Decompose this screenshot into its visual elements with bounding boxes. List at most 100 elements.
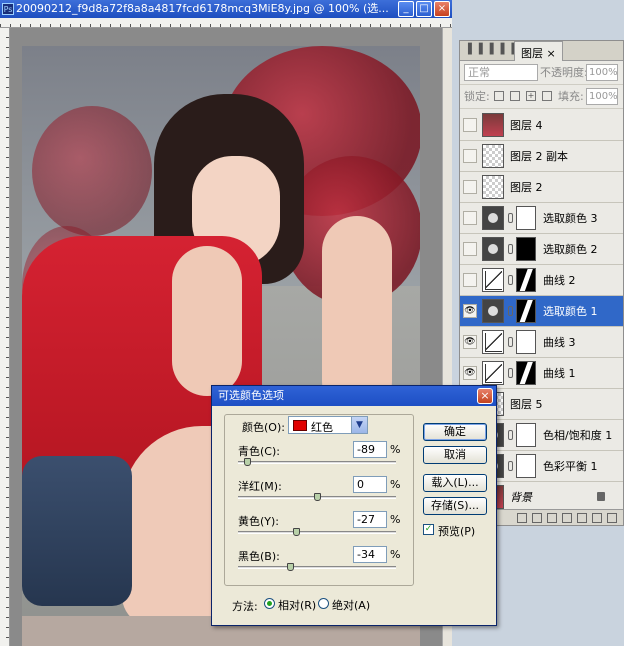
visibility-toggle[interactable] (463, 273, 477, 287)
layer-thumbnail (482, 175, 504, 199)
slider-value-input[interactable]: -34 (353, 546, 387, 563)
slider-track[interactable] (238, 566, 396, 569)
layer-thumbnail (482, 237, 504, 261)
link-chain-icon[interactable] (508, 244, 513, 254)
layer-mask-thumbnail[interactable] (516, 361, 536, 385)
lock-pixels-icon[interactable] (510, 91, 520, 101)
new-group-icon[interactable] (577, 512, 587, 523)
window-controls: _ □ × (398, 1, 450, 17)
visibility-toggle[interactable] (463, 211, 477, 225)
photoshop-icon: Ps (2, 3, 14, 15)
preview-label: 预览(P) (438, 525, 476, 538)
red-color-swatch (293, 420, 307, 431)
link-layers-icon[interactable] (517, 512, 527, 523)
layer-row[interactable]: 曲线 2 (460, 265, 623, 296)
layer-thumbnail (482, 330, 504, 354)
document-title: 20090212_f9d8a72f8a8a4817fcd6178mcq3MiE8… (16, 2, 389, 15)
link-chain-icon[interactable] (508, 430, 513, 440)
layer-row[interactable]: 选取颜色 2 (460, 234, 623, 265)
lock-transparency-icon[interactable] (494, 91, 504, 101)
collapsed-tabs-icon[interactable]: ▐ ▐ ▐ ▐ ▐ (464, 44, 515, 55)
dialog-close-button[interactable]: × (477, 388, 493, 404)
link-chain-icon[interactable] (508, 461, 513, 471)
opacity-input[interactable]: 100% (586, 64, 618, 81)
slider-value-input[interactable]: -27 (353, 511, 387, 528)
cancel-button[interactable]: 取消 (423, 446, 487, 464)
link-chain-icon[interactable] (508, 213, 513, 223)
vertical-ruler[interactable] (0, 28, 10, 646)
document-titlebar[interactable]: Ps 20090212_f9d8a72f8a8a4817fcd6178mcq3M… (0, 0, 452, 18)
layer-style-icon[interactable] (532, 512, 542, 523)
tab-layers-label: 图层 (521, 47, 543, 60)
minimize-button[interactable]: _ (398, 1, 414, 17)
slider-thumb[interactable] (292, 528, 300, 536)
visibility-toggle[interactable] (463, 149, 477, 163)
layer-mask-thumbnail[interactable] (516, 237, 536, 261)
lock-position-icon[interactable]: + (526, 91, 536, 101)
percent-label: % (390, 513, 401, 526)
slider-thumb[interactable] (287, 563, 295, 571)
layer-mask-thumbnail[interactable] (516, 423, 536, 447)
layer-name: 图层 2 副本 (510, 150, 568, 163)
link-chain-icon[interactable] (508, 368, 513, 378)
layer-name: 曲线 3 (543, 336, 576, 349)
ok-button[interactable]: 确定 (423, 423, 487, 441)
color-select[interactable]: 红色 ▼ (288, 416, 368, 434)
close-button[interactable]: × (434, 1, 450, 17)
tab-layers[interactable]: 图层 × (514, 41, 563, 61)
color-value: 红色 (311, 421, 333, 434)
absolute-radio[interactable] (318, 598, 329, 609)
layer-row[interactable]: 👁 曲线 3 (460, 327, 623, 358)
eye-icon[interactable]: 👁 (463, 304, 477, 318)
maximize-button[interactable]: □ (416, 1, 432, 17)
layer-row[interactable]: 图层 2 副本 (460, 141, 623, 172)
lock-row: 锁定: + 填充: 100% (460, 85, 623, 109)
layer-mask-thumbnail[interactable] (516, 268, 536, 292)
slider-value-input[interactable]: -89 (353, 441, 387, 458)
method-label: 方法: (232, 600, 258, 613)
layer-thumbnail (482, 113, 504, 137)
eye-icon[interactable]: 👁 (463, 335, 477, 349)
layer-row[interactable]: 图层 2 (460, 172, 623, 203)
link-chain-icon[interactable] (508, 306, 513, 316)
new-layer-icon[interactable] (592, 512, 602, 523)
delete-layer-icon[interactable] (607, 512, 617, 523)
layer-row[interactable]: 图层 4 (460, 110, 623, 141)
preview-checkbox[interactable]: ✓ (423, 524, 434, 535)
layer-mask-thumbnail[interactable] (516, 206, 536, 230)
adjustment-layer-icon[interactable] (562, 512, 572, 523)
horizontal-ruler[interactable] (0, 18, 452, 28)
add-mask-icon[interactable] (547, 512, 557, 523)
eye-icon[interactable]: 👁 (463, 366, 477, 380)
dialog-title: 可选颜色选项 (218, 389, 284, 402)
visibility-toggle[interactable] (463, 180, 477, 194)
save-button[interactable]: 存储(S)... (423, 497, 487, 515)
blend-row: 正常 不透明度: 100% (460, 61, 623, 85)
layer-mask-thumbnail[interactable] (516, 299, 536, 323)
layer-row[interactable]: 👁 选取颜色 1 (460, 296, 623, 327)
slider-thumb[interactable] (314, 493, 321, 501)
percent-label: % (390, 548, 401, 561)
slider-value-input[interactable]: 0 (353, 476, 387, 493)
lock-all-icon[interactable] (542, 91, 552, 101)
dialog-titlebar[interactable]: 可选颜色选项 × (212, 386, 496, 406)
load-button[interactable]: 载入(L)... (423, 474, 487, 492)
link-chain-icon[interactable] (508, 275, 513, 285)
fill-input[interactable]: 100% (586, 88, 618, 105)
layer-mask-thumbnail[interactable] (516, 330, 536, 354)
visibility-toggle[interactable] (463, 118, 477, 132)
visibility-toggle[interactable] (463, 242, 477, 256)
slider-thumb[interactable] (243, 458, 251, 466)
slider-track[interactable] (238, 531, 396, 534)
tab-close-icon[interactable]: × (547, 47, 556, 60)
layer-row[interactable]: 选取颜色 3 (460, 203, 623, 234)
percent-label: % (390, 478, 401, 491)
blend-mode-select[interactable]: 正常 (464, 64, 538, 81)
link-chain-icon[interactable] (508, 337, 513, 347)
layer-mask-thumbnail[interactable] (516, 454, 536, 478)
relative-radio[interactable] (264, 598, 275, 609)
slider-track[interactable] (238, 461, 396, 464)
chevron-down-icon[interactable]: ▼ (351, 417, 367, 433)
layer-name: 曲线 2 (543, 274, 576, 287)
lock-label: 锁定: (464, 90, 490, 103)
